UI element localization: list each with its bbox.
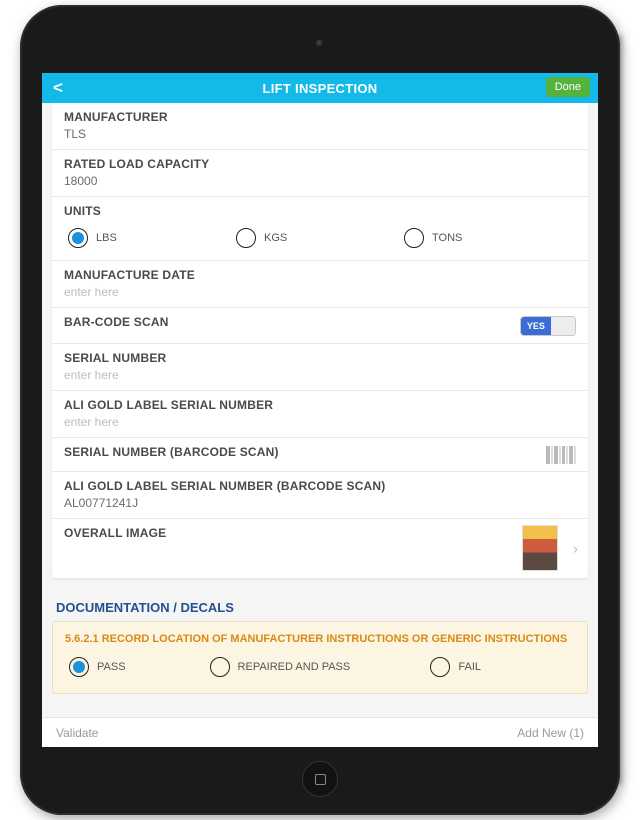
label: BAR-CODE SCAN [64,315,576,329]
label: SERIAL NUMBER [64,351,576,365]
question-text: 5.6.2.1 RECORD LOCATION OF MANUFACTURER … [65,632,575,647]
radio-icon [236,228,256,248]
radio-kgs[interactable]: KGS [236,228,404,248]
home-button[interactable] [302,761,338,797]
field-barcode-scan: BAR-CODE SCAN YES [52,307,588,343]
placeholder: enter here [64,285,576,299]
label: MANUFACTURE DATE [64,268,576,282]
label: ALI GOLD LABEL SERIAL NUMBER [64,398,576,412]
field-manufacturer[interactable]: MANUFACTURER TLS [52,103,588,149]
barcode-icon [546,446,576,464]
field-serial-number[interactable]: SERIAL NUMBER enter here [52,343,588,390]
label: SERIAL NUMBER (BARCODE SCAN) [64,445,576,459]
validate-button[interactable]: Validate [56,726,98,740]
field-serial-barcode[interactable]: SERIAL NUMBER (BARCODE SCAN) [52,437,588,471]
radio-pass[interactable]: PASS [69,657,210,677]
radio-icon [404,228,424,248]
app-header: < LIFT INSPECTION Done [42,73,598,103]
field-ali-serial-barcode[interactable]: ALI GOLD LABEL SERIAL NUMBER (BARCODE SC… [52,471,588,518]
placeholder: enter here [64,368,576,382]
radio-fail[interactable]: FAIL [430,657,571,677]
radio-tons[interactable]: TONS [404,228,572,248]
radio-label: REPAIRED AND PASS [238,661,351,673]
field-ali-serial[interactable]: ALI GOLD LABEL SERIAL NUMBER enter here [52,390,588,437]
field-rated-load[interactable]: RATED LOAD CAPACITY 18000 [52,149,588,196]
footer-bar: Validate Add New (1) [42,717,598,747]
radio-label: TONS [432,232,462,244]
add-new-button[interactable]: Add New (1) [517,726,584,740]
lift-info-card: MANUFACTURER TLS RATED LOAD CAPACITY 180… [52,103,588,578]
value: AL00771241J [64,496,576,510]
radio-icon [69,657,89,677]
field-units: UNITS LBS KGS TONS [52,196,588,260]
question-card: 5.6.2.1 RECORD LOCATION OF MANUFACTURER … [52,621,588,694]
value: TLS [64,127,576,141]
front-camera [316,39,325,48]
radio-icon [68,228,88,248]
radio-repaired-pass[interactable]: REPAIRED AND PASS [210,657,431,677]
back-button[interactable]: < [42,73,74,103]
page-title: LIFT INSPECTION [42,81,598,96]
radio-label: KGS [264,232,287,244]
chevron-right-icon: › [573,540,578,557]
section-documentation-title: DOCUMENTATION / DECALS [42,592,598,621]
question-radios: PASS REPAIRED AND PASS FAIL [65,647,575,687]
barcode-toggle[interactable]: YES [520,316,576,336]
value: 18000 [64,174,576,188]
label: UNITS [64,204,576,218]
radio-label: PASS [97,661,126,673]
label: OVERALL IMAGE [64,526,576,540]
toggle-off [551,317,575,335]
content-scroll[interactable]: MANUFACTURER TLS RATED LOAD CAPACITY 180… [42,103,598,717]
field-overall-image[interactable]: OVERALL IMAGE › [52,518,588,578]
label: RATED LOAD CAPACITY [64,157,576,171]
label: ALI GOLD LABEL SERIAL NUMBER (BARCODE SC… [64,479,576,493]
radio-lbs[interactable]: LBS [68,228,236,248]
radio-icon [210,657,230,677]
placeholder: enter here [64,415,576,429]
screen: < LIFT INSPECTION Done MANUFACTURER TLS … [42,73,598,747]
tablet-frame: < LIFT INSPECTION Done MANUFACTURER TLS … [20,5,620,815]
radio-label: LBS [96,232,117,244]
units-radios: LBS KGS TONS [64,218,576,258]
label: MANUFACTURER [64,110,576,124]
done-button[interactable]: Done [546,77,590,97]
radio-icon [430,657,450,677]
toggle-on-label: YES [521,317,551,335]
field-manufacture-date[interactable]: MANUFACTURE DATE enter here [52,260,588,307]
radio-label: FAIL [458,661,481,673]
image-thumbnail[interactable] [522,525,558,571]
